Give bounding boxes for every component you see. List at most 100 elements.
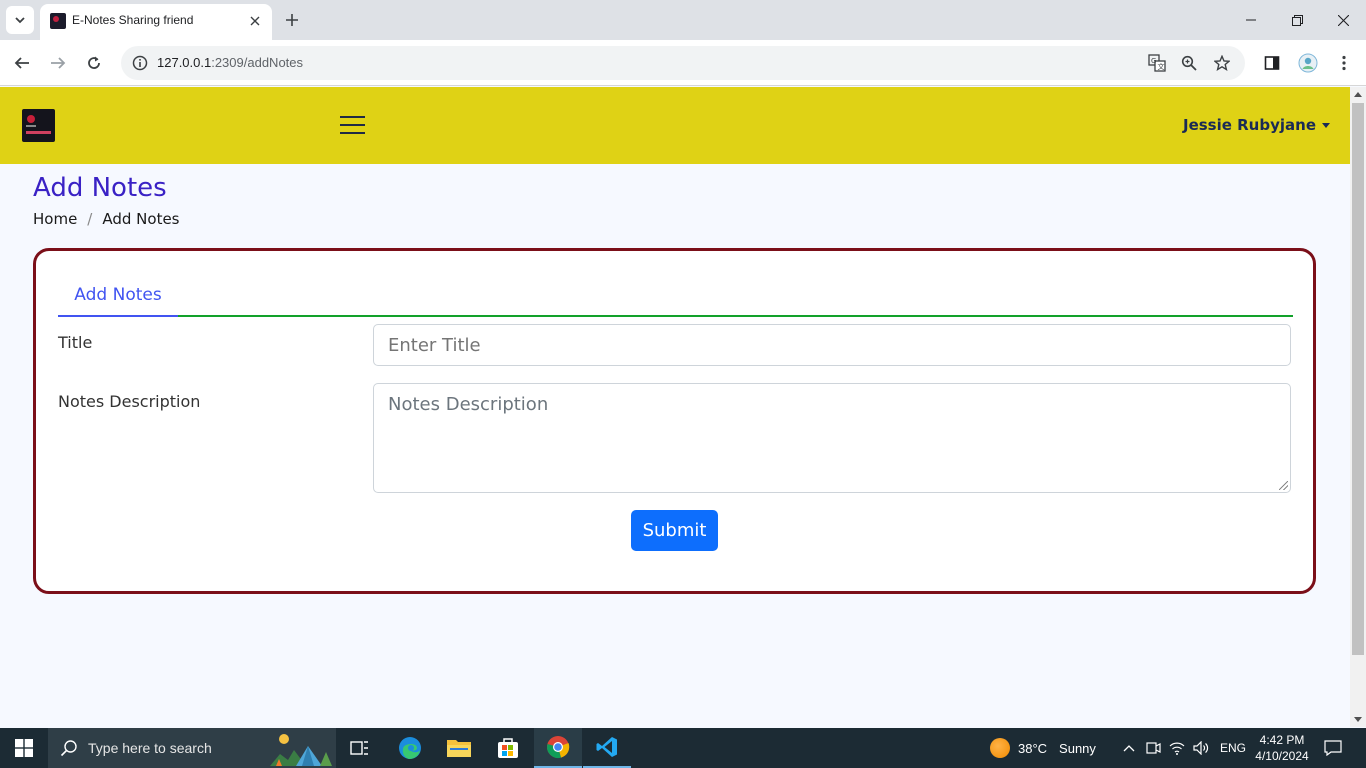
profile-avatar-icon: [1298, 53, 1318, 73]
speaker-icon: [1193, 741, 1209, 755]
tab-search-button[interactable]: [6, 6, 34, 34]
show-hidden-icons-button[interactable]: [1120, 739, 1138, 757]
new-tab-button[interactable]: [280, 8, 304, 32]
address-bar[interactable]: 127.0.0.1:2309/addNotes G文: [121, 46, 1245, 80]
side-panel-icon: [1264, 56, 1280, 70]
browser-menu-button[interactable]: [1330, 49, 1358, 77]
breadcrumb-home-link[interactable]: Home: [33, 210, 77, 228]
tab-title: E-Notes Sharing friend: [72, 13, 194, 27]
weather-widget[interactable]: 38°C Sunny: [990, 728, 1096, 768]
reload-button[interactable]: [80, 49, 108, 77]
tab-add-notes[interactable]: Add Notes: [58, 277, 178, 317]
url-host: 127.0.0.1: [157, 55, 212, 70]
resize-handle-icon[interactable]: [1279, 481, 1288, 490]
description-textarea[interactable]: Notes Description: [373, 383, 1291, 493]
back-button[interactable]: [8, 49, 36, 77]
profile-button[interactable]: [1294, 49, 1322, 77]
title-label: Title: [58, 333, 93, 352]
svg-text:文: 文: [1158, 62, 1165, 71]
clock-date: 4/10/2024: [1255, 749, 1309, 763]
sun-icon: [990, 738, 1010, 758]
close-icon: [250, 16, 260, 26]
close-window-button[interactable]: [1320, 0, 1366, 40]
windows-taskbar: Type here to search 38°C Sunny ENG 4:42 …: [0, 728, 1366, 768]
task-view-icon: [350, 741, 368, 755]
scrollbar-thumb[interactable]: [1352, 103, 1364, 655]
meet-now-button[interactable]: [1144, 739, 1162, 757]
notifications-button[interactable]: [1318, 738, 1348, 758]
chevron-down-icon: [15, 17, 25, 24]
translate-icon: G文: [1148, 54, 1166, 72]
translate-button[interactable]: G文: [1145, 51, 1169, 75]
site-info-button[interactable]: [127, 50, 153, 76]
form-tabs: Add Notes: [58, 277, 1293, 317]
taskbar-search[interactable]: Type here to search: [48, 728, 336, 768]
page-scrollbar[interactable]: [1350, 87, 1366, 727]
store-app-button[interactable]: [484, 728, 532, 768]
windows-logo-icon: [15, 739, 33, 757]
arrow-right-icon: [51, 57, 66, 69]
submit-button[interactable]: Submit: [631, 510, 718, 551]
close-icon: [1337, 14, 1349, 26]
search-placeholder: Type here to search: [88, 740, 212, 756]
site-logo[interactable]: [22, 109, 55, 142]
vscode-icon: [596, 737, 617, 757]
bookmark-button[interactable]: [1210, 51, 1234, 75]
scroll-down-icon[interactable]: [1354, 717, 1362, 722]
task-view-button[interactable]: [336, 728, 384, 768]
notification-icon: [1324, 740, 1342, 756]
caret-down-icon: [1322, 122, 1330, 128]
edge-icon: [399, 737, 421, 759]
system-clock[interactable]: 4:42 PM 4/10/2024: [1254, 732, 1310, 764]
file-explorer-icon: [447, 740, 471, 757]
wifi-icon: [1169, 742, 1185, 755]
user-name: Jessie Rubyjane: [1182, 116, 1316, 134]
network-button[interactable]: [1168, 739, 1186, 757]
user-dropdown[interactable]: Jessie Rubyjane: [1183, 116, 1330, 134]
chrome-icon: [547, 736, 570, 758]
hamburger-bar: [340, 116, 365, 118]
search-icon: [60, 740, 77, 757]
chrome-app-button[interactable]: [534, 728, 582, 768]
browser-toolbar: 127.0.0.1:2309/addNotes G文: [0, 40, 1366, 86]
language-indicator[interactable]: ENG: [1220, 741, 1246, 755]
volume-button[interactable]: [1192, 739, 1210, 757]
vscode-app-button[interactable]: [583, 728, 631, 768]
forward-button[interactable]: [44, 49, 72, 77]
minimize-button[interactable]: [1228, 0, 1274, 40]
store-icon: [498, 738, 518, 758]
start-button[interactable]: [0, 728, 48, 768]
search-highlight-illustration-icon: [270, 734, 332, 766]
hamburger-bar: [340, 124, 365, 126]
add-notes-card: Add Notes Title Notes Description Notes …: [33, 248, 1316, 594]
breadcrumb-separator: /: [87, 210, 93, 228]
close-tab-button[interactable]: [246, 12, 264, 30]
weather-desc: Sunny: [1059, 740, 1096, 756]
hamburger-bar: [340, 132, 365, 134]
site-favicon-icon: [50, 13, 66, 29]
browser-tab[interactable]: E-Notes Sharing friend: [40, 4, 272, 40]
url-path: :2309/addNotes: [211, 55, 304, 70]
restore-icon: [1291, 14, 1303, 26]
plus-icon: [286, 14, 298, 26]
reload-icon: [88, 56, 100, 69]
restore-button[interactable]: [1274, 0, 1320, 40]
camera-icon: [1146, 742, 1161, 754]
edge-app-button[interactable]: [386, 728, 434, 768]
web-page: Jessie Rubyjane Add Notes Home / Add Not…: [0, 87, 1350, 727]
clock-time: 4:42 PM: [1259, 733, 1305, 747]
url-text[interactable]: 127.0.0.1:2309/addNotes: [157, 55, 303, 70]
browser-tab-bar: E-Notes Sharing friend: [0, 0, 1366, 40]
page-title: Add Notes: [33, 173, 167, 203]
info-icon: [132, 55, 148, 71]
minimize-icon: [1246, 19, 1256, 21]
side-panel-button[interactable]: [1258, 49, 1286, 77]
title-input[interactable]: [373, 324, 1291, 366]
svg-text:G: G: [1151, 57, 1156, 65]
file-explorer-button[interactable]: [435, 728, 483, 768]
scroll-up-icon[interactable]: [1354, 92, 1362, 97]
menu-toggle-button[interactable]: [340, 113, 366, 137]
zoom-button[interactable]: [1177, 51, 1201, 75]
description-label: Notes Description: [58, 392, 201, 411]
description-placeholder: Notes Description: [388, 394, 549, 415]
